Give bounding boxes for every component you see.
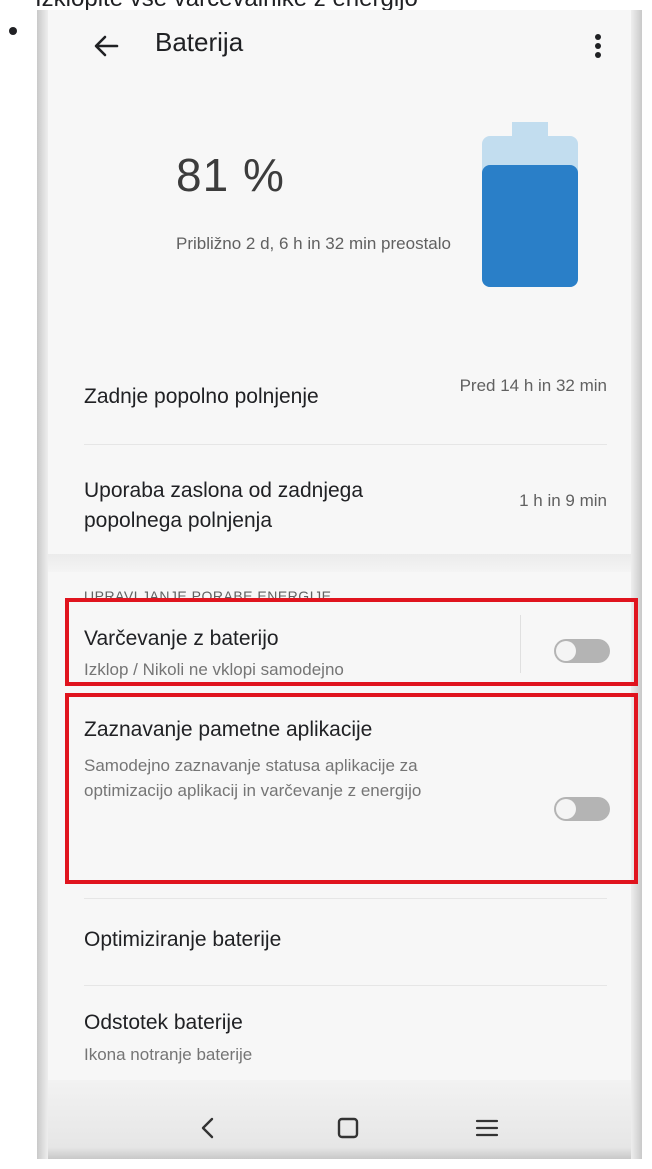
nav-home-button[interactable]	[330, 1110, 366, 1146]
toggle-knob	[556, 799, 576, 819]
nav-menu-button[interactable]	[469, 1110, 505, 1146]
nav-menu-icon	[475, 1119, 499, 1137]
back-button[interactable]	[88, 28, 124, 64]
setting-title: Optimiziranje baterije	[84, 928, 282, 951]
stat-label: Zadnje popolno polnjenje	[84, 385, 319, 408]
setting-title: Odstotek baterije	[84, 1011, 243, 1034]
section-separator	[48, 554, 631, 572]
arrow-left-icon	[94, 35, 119, 57]
nav-back-button[interactable]	[191, 1110, 227, 1146]
battery-level-icon	[482, 122, 578, 287]
nav-back-icon	[201, 1117, 214, 1139]
battery-saver-toggle[interactable]	[554, 639, 610, 663]
toggle-knob	[556, 641, 576, 661]
vertical-separator	[520, 615, 521, 673]
setting-subtitle: Izklop / Nikoli ne vklopi samodejno	[84, 660, 344, 679]
phone-edge-right	[631, 10, 642, 1159]
page-title: Baterija	[155, 27, 244, 57]
battery-percentage: 81 %	[176, 149, 285, 201]
bullet-dot	[9, 27, 17, 35]
battery-remaining-time: Približno 2 d, 6 h in 32 min preostalo	[176, 234, 451, 253]
more-vert-icon	[595, 34, 601, 58]
divider	[84, 898, 607, 899]
app-bar: Baterija	[48, 10, 631, 80]
setting-title: Zaznavanje pametne aplikacije	[84, 718, 373, 741]
page: Izklopite vse varčevalnike z energijo Ba…	[0, 0, 652, 1169]
stat-value: 1 h in 9 min	[519, 491, 607, 510]
setting-subtitle: Samodejno zaznavanje statusa aplikacije …	[84, 756, 422, 800]
battery-settings-screen: Baterija 81 % Približno 2 d, 6 h in 32 m…	[48, 10, 638, 1159]
stat-value: Pred 14 h in 32 min	[459, 376, 607, 395]
battery-body-fill	[482, 165, 578, 287]
more-options-button[interactable]	[583, 26, 613, 66]
stat-label: Uporaba zaslona od zadnjega popolnega po…	[84, 479, 364, 532]
battery-cap	[512, 122, 548, 136]
divider	[84, 985, 607, 986]
setting-title: Varčevanje z baterijo	[84, 627, 279, 650]
smart-app-detection-toggle[interactable]	[554, 797, 610, 821]
phone-edge-left	[37, 10, 48, 1159]
phone-screenshot: Baterija 81 % Približno 2 d, 6 h in 32 m…	[37, 10, 642, 1159]
divider	[84, 444, 607, 445]
setting-subtitle: Ikona notranje baterije	[84, 1045, 253, 1064]
nav-home-icon	[337, 1117, 359, 1139]
